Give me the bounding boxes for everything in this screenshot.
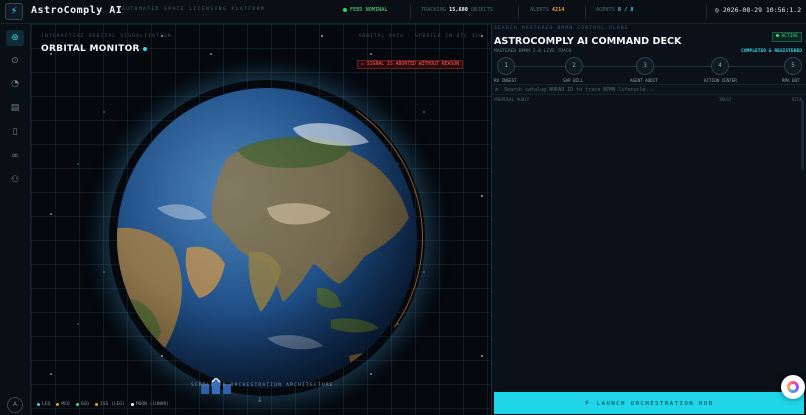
launch-label: LAUNCH ORCHESTRATION HUB	[596, 401, 714, 407]
sidebar-item-gauge[interactable]: ◔	[6, 76, 24, 92]
legend-label: MOON (LUNAR)	[135, 402, 170, 407]
orbit-legend: LEO MEO GEO ISS (LEO) MOON (LUNAR)	[37, 402, 169, 407]
datetime: 2026-08-29 10:56:1.2	[722, 6, 802, 14]
assistant-icon	[787, 381, 799, 393]
link-icon: ∞	[11, 151, 19, 161]
step-4[interactable]: 4	[711, 57, 729, 75]
search-input[interactable]	[504, 86, 784, 94]
orbital-monitor-panel: INTERACTIVE ORBITAL VISUALIZATION ORBITA…	[31, 24, 491, 415]
gauge-icon: ◔	[11, 79, 19, 89]
alerts-stat: ALERTS 4214	[530, 7, 564, 13]
logo-icon[interactable]: ⚡	[5, 3, 23, 20]
alert-text: SIGNAL IS ABORTED WITHOUT REASON	[366, 62, 460, 67]
tracking-stat: TRACKING 15,680 OBJECTS	[421, 7, 493, 13]
legend-label: GEO	[80, 402, 89, 407]
divider	[585, 5, 586, 18]
legend-swatch	[94, 403, 98, 406]
legend-label: ISS (LEO)	[99, 402, 125, 407]
bolt-icon: ⚡	[584, 398, 591, 407]
step-3[interactable]: 3	[636, 57, 654, 75]
assistant-button[interactable]	[781, 375, 805, 399]
deck-subtitle: MASTERED BPMN 2.0 LIVE TRACK	[494, 49, 572, 54]
agents-value: 8 / 8	[617, 7, 634, 13]
step-label-ingest: RV INGEST	[494, 78, 517, 83]
scroll-down-icon[interactable]: ↓	[257, 396, 263, 404]
orbital-meta: ORBITAL DATA · UPDATED IN UTC 3LO	[358, 34, 483, 39]
legend-swatch	[37, 403, 40, 406]
step-2[interactable]: 2	[565, 57, 583, 75]
status-badge-label: ACTIVE	[781, 34, 798, 39]
alerts-value: 4214	[551, 7, 565, 13]
app-name: AstroComply AI	[31, 5, 123, 16]
legend-item-leo: LEO	[37, 402, 50, 407]
search-icon: ⌕	[495, 86, 499, 93]
status-dot-icon	[776, 34, 780, 37]
feed-status: FEED NOMINAL	[343, 7, 387, 13]
globe-icon: ⊛	[11, 33, 19, 43]
satellite-icon: ⊙	[11, 56, 19, 66]
avatar[interactable]: A	[7, 397, 23, 413]
orbital-title-text: ORBITAL MONITOR	[41, 44, 140, 54]
divider	[706, 5, 707, 18]
sidebar-item-link[interactable]: ∞	[6, 148, 24, 164]
step-label-bill: SAP BILL	[563, 78, 584, 83]
deck-title: ASTROCOMPLY AI COMMAND DECK	[494, 36, 682, 47]
tracking-value: 15,680	[449, 7, 468, 13]
alert-badge: ⚠ SIGNAL IS ABORTED WITHOUT REASON	[357, 60, 464, 69]
status-badge: ACTIVE	[772, 32, 802, 42]
alerts-label: ALERTS	[530, 7, 549, 13]
clock: ◷ 2026-08-29 10:56:1.2	[715, 6, 801, 14]
feed-status-label: FEED NOMINAL	[350, 7, 388, 13]
divider	[518, 5, 519, 18]
column-header-ingst: INGST	[719, 97, 732, 102]
legend-item-meo: MEO	[56, 402, 70, 407]
scrollbar[interactable]	[801, 100, 804, 170]
legend-item-iss: ISS (LEO)	[94, 402, 125, 407]
legend-label: MEO	[61, 402, 70, 407]
launch-orchestration-button[interactable]: ⚡ LAUNCH ORCHESTRATION HUB	[494, 392, 804, 414]
live-dot-icon	[142, 46, 147, 51]
command-deck-panel: SEARCH MASTERED BPMN CONTROL PLANE ASTRO…	[491, 24, 806, 415]
legend-swatch	[56, 403, 60, 406]
catalog-search: ⌕	[492, 84, 806, 95]
step-1[interactable]: 1	[497, 57, 515, 75]
sidebar: ⊛ ⊙ ◔ ▤ ▯ ∞ ⚇ A	[0, 24, 31, 415]
deck-kicker: SEARCH MASTERED BPMN CONTROL PLANE	[494, 26, 629, 31]
legend-label: LEO	[42, 402, 51, 407]
legend-item-moon: MOON (LUNAR)	[130, 402, 170, 407]
orbital-title: ORBITAL MONITOR	[41, 44, 147, 54]
step-label-audit: AGENT AUDIT	[630, 78, 658, 83]
clock-icon: ◷	[715, 6, 719, 14]
orbital-kicker: INTERACTIVE ORBITAL VISUALIZATION	[41, 34, 172, 39]
deck-status: COMPLETED & REGISTERED	[741, 49, 802, 54]
tracking-label: TRACKING	[421, 7, 446, 13]
app-subtitle: AUTOMATED SPACE LICENSING PLATFORM	[122, 7, 266, 12]
sidebar-item-globe[interactable]: ⊛	[6, 30, 24, 46]
legend-swatch	[130, 403, 134, 406]
column-header-proposal: PROPOSAL AUDIT	[494, 97, 530, 102]
document-icon: ▯	[12, 127, 18, 137]
tracking-unit: OBJECTS	[471, 7, 493, 13]
warning-icon: ⚠	[361, 62, 364, 67]
agents-label: AGENTS	[596, 7, 615, 13]
legend-swatch	[75, 403, 79, 406]
agents-stat: AGENTS 8 / 8	[596, 7, 634, 13]
scroll-hint[interactable]: SCROLL TO ORCHESTRATION ARCHITECTURE	[191, 383, 334, 388]
sidebar-item-satellite[interactable]: ⊙	[6, 53, 24, 69]
legend-item-geo: GEO	[75, 402, 89, 407]
step-label-rpa: RPA BOT	[782, 78, 800, 83]
sidebar-item-network[interactable]: ⚇	[6, 172, 24, 188]
divider	[410, 5, 411, 18]
status-dot-icon	[343, 7, 347, 12]
sidebar-item-book[interactable]: ▤	[6, 100, 24, 116]
network-icon: ⚇	[10, 175, 20, 185]
book-icon: ▤	[10, 103, 20, 113]
sidebar-item-document[interactable]: ▯	[6, 124, 24, 140]
step-5[interactable]: 5	[784, 57, 802, 75]
orbit-path	[86, 57, 448, 415]
step-label-action: ACTION CENTER	[704, 78, 737, 83]
top-bar: ⚡ AstroComply AI AUTOMATED SPACE LICENSI…	[0, 0, 806, 24]
